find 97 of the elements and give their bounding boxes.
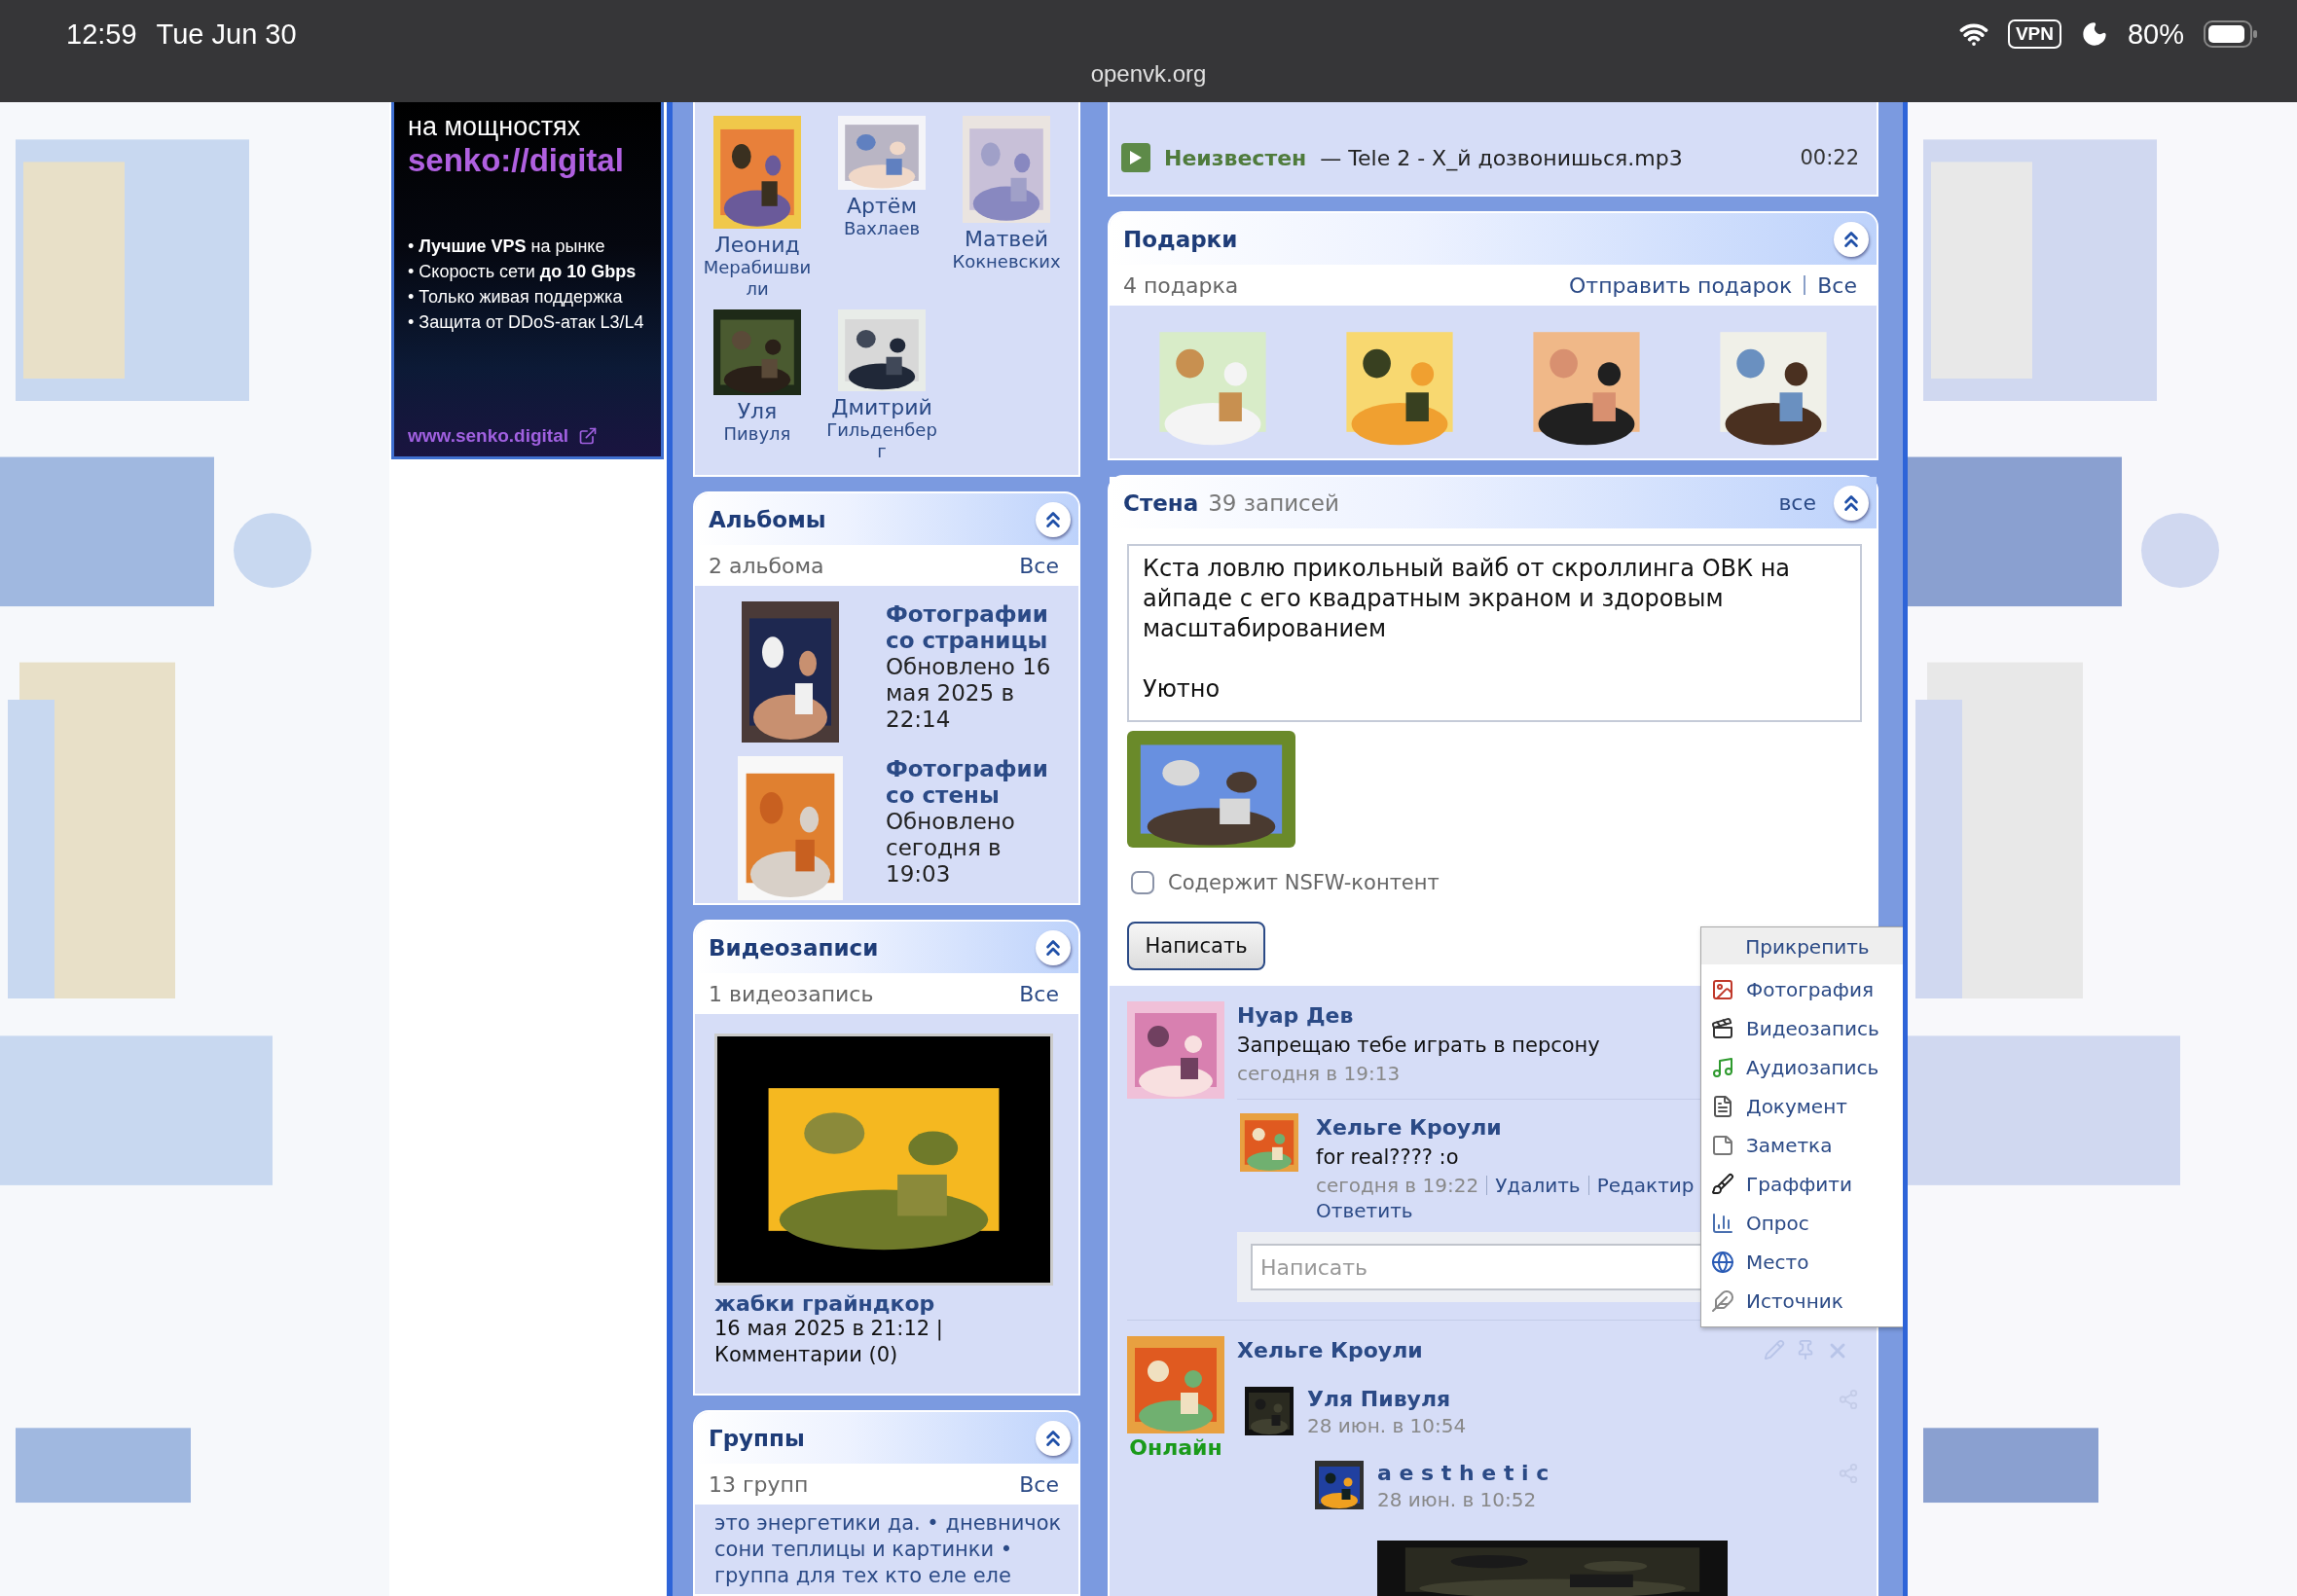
battery-icon xyxy=(2204,20,2258,48)
gift-count: 4 подарка xyxy=(1123,272,1239,298)
post-time: сегодня в 19:13 xyxy=(1237,1062,1401,1085)
ad-bullet: • Лучшие VPS на рынке xyxy=(408,236,606,256)
author-name[interactable]: Нуар Дев xyxy=(1237,1001,1354,1031)
document-icon xyxy=(1711,1095,1734,1118)
menu-item[interactable]: Документ xyxy=(1701,1087,1903,1126)
post-field[interactable]: Кста ловлю прикольный вайб от скроллинга ОВК на айпаде с его квадратным экраном и здоровым масштабированием Уютно xyxy=(1127,544,1862,722)
menu-title: Прикрепить xyxy=(1701,927,1903,964)
menu-item[interactable]: Видеозапись xyxy=(1701,1009,1903,1048)
menu-item[interactable]: Опрос xyxy=(1701,1204,1903,1243)
brush-icon xyxy=(1711,1173,1734,1196)
bar-chart-icon xyxy=(1711,1212,1734,1235)
menu-item[interactable]: Фотография xyxy=(1701,970,1903,1009)
moon-icon xyxy=(2080,20,2108,48)
group-list[interactable]: это энергетики да. • дневничок сони теплицы и картинки • группа для тех кто еле еле xyxy=(695,1505,1078,1594)
video-comments: Комментарии (0) xyxy=(714,1342,899,1368)
globe-icon xyxy=(1711,1251,1734,1274)
collapse-button[interactable] xyxy=(1834,221,1869,257)
post-text: Запрещаю тебе играть в персону xyxy=(1237,1033,1600,1059)
friend-surname[interactable]: Кокневских xyxy=(947,251,1066,272)
card-title: Стена xyxy=(1123,490,1199,516)
clapperboard-icon xyxy=(1711,1017,1734,1040)
album-count: 2 альбома xyxy=(709,553,824,578)
checkbox[interactable] xyxy=(1131,871,1154,894)
friend-surname[interactable]: Гильденберг xyxy=(822,419,941,462)
friend-name[interactable]: Артём xyxy=(847,194,917,218)
clock: 12:59 xyxy=(66,18,137,51)
date: Tue Jun 30 xyxy=(156,18,297,51)
ad-link[interactable]: www.senko.digital xyxy=(408,425,569,447)
checkbox-label: Содержит NSFW-контент xyxy=(1168,871,1440,894)
card-title: Видеозаписи xyxy=(709,934,879,961)
audio-artist[interactable]: Неизвестен xyxy=(1164,145,1307,170)
image-icon xyxy=(1711,978,1734,1001)
submit-button[interactable]: Написать xyxy=(1127,922,1265,970)
ad-text: на мощностях xyxy=(408,112,582,141)
note-icon xyxy=(1711,1134,1734,1157)
feather-icon xyxy=(1711,1289,1734,1313)
author-name[interactable]: Хельге Кроули xyxy=(1316,1113,1502,1143)
send-gift-link[interactable]: Отправить подарок xyxy=(1569,272,1793,298)
all-link[interactable]: все xyxy=(1778,490,1816,515)
ad-bullet: • Скорость сети до 10 Gbps xyxy=(408,262,638,281)
collapse-button[interactable] xyxy=(1834,485,1869,521)
collapse-button[interactable] xyxy=(1036,501,1071,537)
ad-brand: senko://digital xyxy=(408,141,625,180)
author-name[interactable]: Уля Пивуля xyxy=(1307,1387,1451,1412)
friend-surname[interactable]: Вахлаев xyxy=(822,218,941,239)
friend-name[interactable]: Леонид xyxy=(714,233,800,257)
external-link-icon xyxy=(578,426,599,446)
play-button[interactable] xyxy=(1121,143,1150,172)
card-title: Альбомы xyxy=(709,506,826,532)
album-title[interactable]: Фотографии со страницы xyxy=(886,601,1057,654)
group-count: 13 групп xyxy=(709,1471,809,1497)
ad-banner[interactable]: на мощностях senko://digital • Лучшие VPS на рынке • Скорость сети до 10 Gbps • Только живая поддержка • Защита от DDoS-атак L3/L4 www.senko.digital xyxy=(391,102,664,459)
video-count: 1 видеозапись xyxy=(709,981,874,1006)
friend-name[interactable]: Матвей xyxy=(964,227,1049,251)
post-time: 28 июн. в 10:52 xyxy=(1377,1488,1537,1511)
post-time: 28 июн. в 10:54 xyxy=(1307,1414,1467,1437)
friend-surname[interactable]: Пивуля xyxy=(698,423,817,445)
address-bar[interactable]: openvk.org xyxy=(1090,60,1207,88)
menu-item[interactable]: Аудиозапись xyxy=(1701,1048,1903,1087)
music-note-icon xyxy=(1711,1056,1734,1079)
author-name[interactable]: a e s t h e t i c xyxy=(1377,1461,1550,1486)
vpn-badge: VPN xyxy=(2007,19,2061,49)
all-link[interactable]: Все xyxy=(1019,553,1059,578)
all-link[interactable]: Все xyxy=(1019,981,1059,1006)
friend-surname[interactable]: Мерабишвили xyxy=(698,257,817,300)
collapse-button[interactable] xyxy=(1036,929,1071,965)
comment-action[interactable]: Редактир xyxy=(1596,1174,1695,1197)
card-title: Группы xyxy=(709,1425,805,1451)
collapse-button[interactable] xyxy=(1036,1420,1071,1456)
menu-item[interactable]: Заметка xyxy=(1701,1126,1903,1165)
comment-time: сегодня в 19:22 xyxy=(1316,1173,1479,1199)
reply-link[interactable]: Ответить xyxy=(1316,1199,1413,1222)
ad-bullet: • Защита от DDoS-атак L3/L4 xyxy=(408,312,645,332)
video-title[interactable]: жабки грайндкор xyxy=(714,1291,1059,1316)
post-count: 39 записей xyxy=(1208,490,1339,516)
video-date: 16 мая 2025 в 21:12 | xyxy=(714,1316,944,1342)
play-icon xyxy=(1129,150,1143,165)
all-link[interactable]: Все xyxy=(1019,1471,1059,1497)
online-status: Онлайн xyxy=(1129,1435,1222,1460)
ad-bullet: • Только живая поддержка xyxy=(408,287,624,307)
friend-name[interactable]: Дмитрий xyxy=(831,395,932,419)
album-updated: Обновлено 16 мая 2025 в 22:14 xyxy=(886,654,1052,733)
comment-action[interactable]: Удалить xyxy=(1495,1174,1581,1197)
all-link[interactable]: Все xyxy=(1817,272,1857,298)
menu-item[interactable]: Граффити xyxy=(1701,1165,1903,1204)
card-title: Подарки xyxy=(1123,226,1238,252)
comment-text: for real???? :o xyxy=(1316,1144,1459,1171)
album-title[interactable]: Фотографии со стены xyxy=(886,756,1057,809)
friend-name[interactable]: Уля xyxy=(737,399,778,423)
audio-title: — Tele 2 - Х_й дозвонишься.mp3 xyxy=(1320,145,1683,170)
video-frame[interactable] xyxy=(714,1034,1053,1286)
author-name[interactable]: Хельге Кроули xyxy=(1237,1336,1423,1365)
battery-percent: 80% xyxy=(2127,18,2184,51)
album-updated: Обновлено сегодня в 19:03 xyxy=(886,809,1016,888)
audio-duration: 00:22 xyxy=(1800,146,1859,169)
